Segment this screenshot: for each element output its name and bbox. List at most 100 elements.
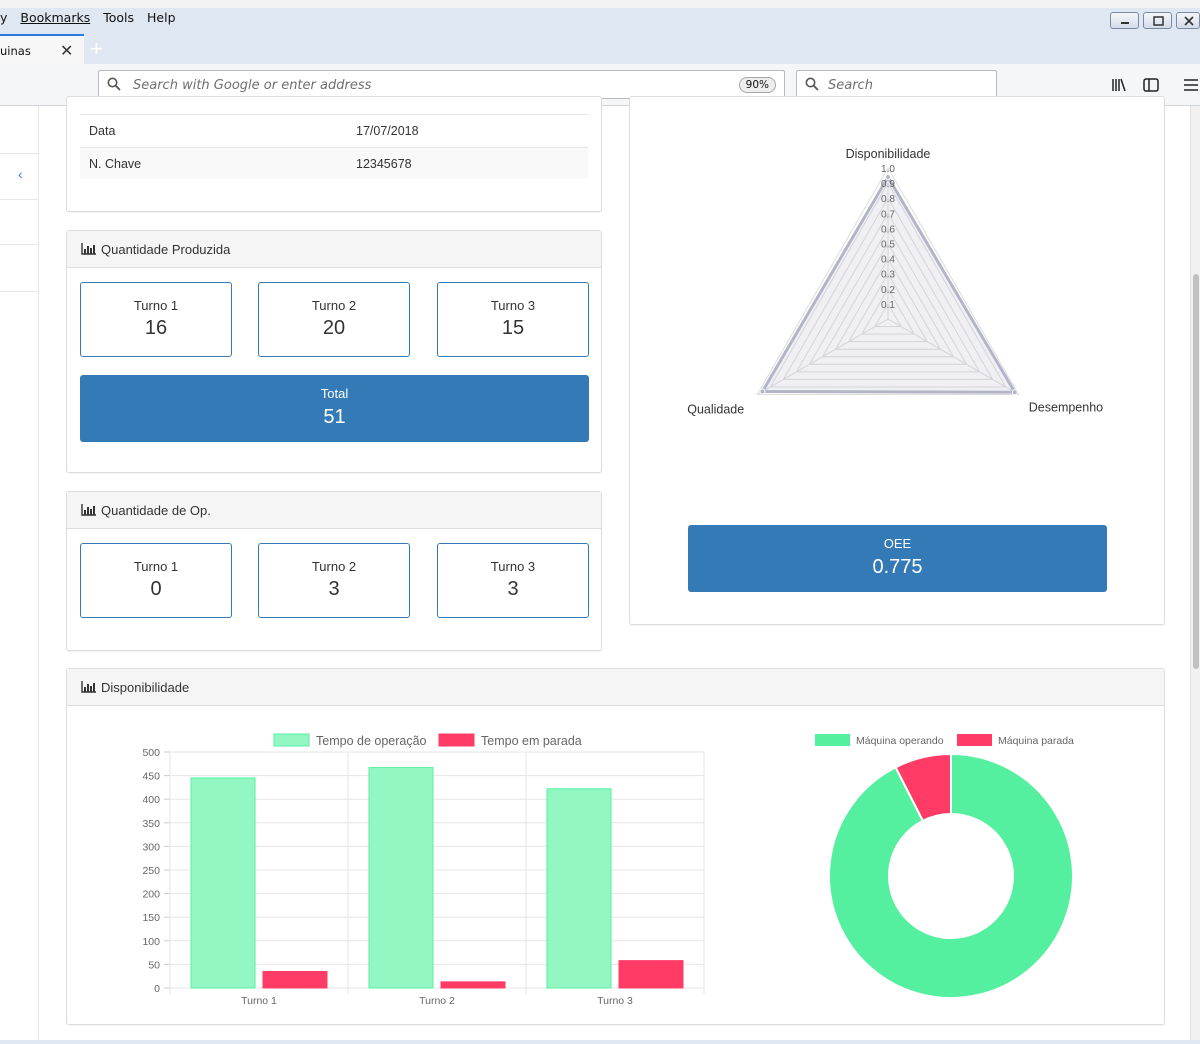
menu-list: y Bookmarks Tools Help (0, 10, 185, 25)
address-bar[interactable]: Search with Google or enter address 90% (98, 70, 785, 99)
shift-value: 0 (150, 578, 162, 600)
window-bottom-border (0, 1040, 1200, 1044)
menu-item-view-partial[interactable]: y (0, 10, 7, 25)
scrollbar-thumb[interactable] (1193, 274, 1199, 669)
ops-shift-1: Turno 1 0 (80, 543, 232, 618)
panel-heading: Quantidade de Op. (67, 492, 601, 529)
page-scrollbar[interactable] (1190, 106, 1200, 1044)
produced-shift-2: Turno 2 20 (258, 282, 410, 357)
info-panel: Data 17/07/2018 N. Chave 12345678 (66, 96, 602, 212)
radar-tick-label: 0.7 (881, 209, 895, 220)
oee-box: OEE 0.775 (688, 525, 1107, 592)
legend-swatch (815, 734, 850, 746)
zoom-badge[interactable]: 90% (738, 77, 776, 93)
minimize-button[interactable] (1110, 12, 1139, 29)
restore-button[interactable] (1143, 12, 1172, 29)
y-tick-label: 350 (142, 818, 160, 830)
radar-point (1011, 389, 1018, 396)
radar-point (759, 388, 766, 395)
tab-active[interactable]: uinas ✕ (0, 34, 84, 64)
radar-tick-label: 1.0 (881, 164, 895, 175)
x-tick-label: Turno 3 (597, 995, 633, 1007)
radar-tick-label: 0.3 (881, 270, 895, 281)
menu-bar: y Bookmarks Tools Help (0, 0, 1200, 34)
y-tick-label: 400 (142, 794, 160, 806)
x-tick-label: Turno 2 (419, 995, 455, 1007)
total-label: Total (320, 386, 349, 401)
radar-tick-label: 0.8 (881, 194, 895, 205)
app-sidebar: ‹ (0, 106, 39, 1044)
produced-shift-1: Turno 1 16 (80, 282, 232, 357)
radar-tick-label: 0.1 (881, 300, 895, 311)
legend-label: Máquina parada (998, 735, 1074, 747)
menu-item-bookmarks[interactable]: Bookmarks (20, 10, 90, 25)
info-value: 12345678 (356, 157, 412, 171)
doughnut-chart: Máquina operando Máquina parada (815, 734, 1074, 999)
radar-tick-label: 0.2 (881, 285, 895, 296)
browser-window: y Bookmarks Tools Help uinas ✕ + Search … (0, 0, 1200, 1044)
bar-operating (368, 767, 434, 989)
search-bar[interactable]: Search (796, 70, 997, 99)
menu-item-help[interactable]: Help (147, 10, 176, 25)
radar-tick-label: 0.5 (881, 240, 895, 251)
y-tick-label: 100 (142, 936, 160, 948)
bar-operating (546, 788, 612, 989)
search-icon (107, 77, 121, 91)
panel-title: Quantidade de Op. (101, 503, 211, 518)
y-tick-label: 0 (154, 983, 160, 995)
panel-title: Quantidade Produzida (101, 242, 231, 257)
shift-value: 16 (144, 317, 168, 339)
y-tick-label: 300 (142, 841, 160, 853)
search-icon (805, 77, 819, 91)
shift-value: 3 (507, 578, 519, 600)
panel-heading: Quantidade Produzida (67, 231, 601, 268)
tab-label: uinas (0, 44, 31, 58)
sidebar-toggle-icon[interactable] (1142, 76, 1160, 94)
shift-label: Turno 2 (311, 559, 357, 574)
sidebar-collapse-icon[interactable]: ‹ (18, 166, 23, 182)
address-placeholder: Search with Google or enter address (133, 78, 372, 93)
bar-stopped (440, 981, 506, 989)
search-placeholder: Search (828, 78, 873, 93)
oee-value: 0.775 (872, 556, 923, 578)
tab-close-icon[interactable]: ✕ (60, 41, 73, 61)
new-tab-icon[interactable]: + (90, 36, 103, 62)
bar-stopped (618, 960, 684, 989)
y-tick-label: 200 (142, 889, 160, 901)
minimize-icon (1121, 22, 1129, 24)
legend-label: Tempo de operação (316, 734, 427, 748)
shift-label: Turno 1 (133, 559, 179, 574)
bar-chart: Tempo de operação Tempo em parada50045040… (142, 733, 705, 1007)
shift-label: Turno 3 (490, 298, 536, 313)
bar-operating (190, 777, 256, 989)
y-tick-label: 450 (142, 771, 160, 783)
produced-shift-3: Turno 3 15 (437, 282, 589, 357)
library-icon[interactable] (1110, 76, 1128, 94)
info-value: 17/07/2018 (356, 124, 419, 138)
menu-item-tools[interactable]: Tools (103, 10, 134, 25)
shift-label: Turno 2 (311, 298, 357, 313)
x-tick-label: Turno 1 (241, 995, 277, 1007)
info-key: Data (89, 124, 116, 138)
shift-value: 3 (328, 578, 340, 600)
y-tick-label: 150 (142, 912, 160, 924)
restore-icon (1153, 16, 1164, 26)
table-row: N. Chave 12345678 (80, 147, 588, 179)
radar-axis-label: Disponibilidade (846, 147, 931, 161)
shift-label: Turno 3 (490, 559, 536, 574)
tab-bar: uinas ✕ + (0, 34, 1200, 64)
ops-panel: Quantidade de Op. Turno 1 0 Turno 2 3 Tu… (66, 491, 602, 651)
legend-label: Tempo em parada (481, 734, 582, 748)
ops-shift-3: Turno 3 3 (437, 543, 589, 618)
y-tick-label: 250 (142, 865, 160, 877)
menu-icon[interactable] (1182, 76, 1200, 94)
radar-chart: 0.1 0.2 0.3 0.4 0.5 0.6 0.7 0.8 0.9 1.0 Disponibil… (687, 147, 1103, 417)
info-key: N. Chave (89, 157, 142, 171)
legend-swatch (438, 733, 475, 747)
close-window-button[interactable] (1176, 12, 1200, 29)
bar-chart-icon (81, 504, 96, 516)
radar-tick-label: 0.4 (881, 255, 895, 266)
total-value: 51 (323, 406, 346, 428)
ops-shift-2: Turno 2 3 (258, 543, 410, 618)
legend-swatch (957, 734, 992, 746)
